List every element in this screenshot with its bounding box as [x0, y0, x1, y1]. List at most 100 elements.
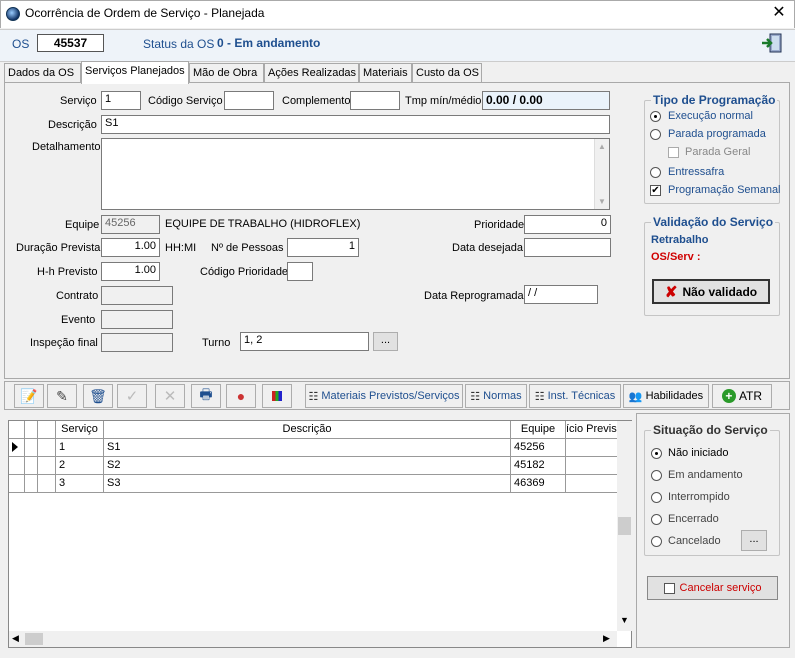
prioridade-field[interactable]: 0 [524, 215, 611, 234]
pessoas-label: Nº de Pessoas [211, 242, 284, 254]
normas-button[interactable]: ☷ Normas [465, 384, 527, 408]
data-reprog-label: Data Reprogramada [424, 290, 524, 302]
tab-acoes-realizadas[interactable]: Ações Realizadas [264, 63, 359, 83]
scroll-right-icon[interactable]: ▶ [603, 633, 610, 644]
grid-cell [9, 457, 25, 475]
os-number-field[interactable]: 45537 [37, 34, 104, 52]
grid-cell-servico: 1 [56, 439, 104, 457]
equipe-code-field[interactable]: 45256 [101, 215, 160, 234]
descricao-field[interactable]: S1 [101, 115, 610, 134]
data-desejada-field[interactable] [524, 238, 611, 257]
nao-validado-label: Não validado [682, 284, 758, 299]
situacao-title: Situação do Serviço [651, 423, 770, 437]
pessoas-field[interactable]: 1 [287, 238, 359, 257]
tab-mao-de-obra[interactable]: Mão de Obra [189, 63, 264, 83]
cancelado-lookup-button[interactable]: ... [741, 530, 767, 551]
grid-cell [38, 457, 56, 475]
hh-field[interactable]: 1.00 [101, 262, 160, 281]
cod-prioridade-field[interactable] [287, 262, 313, 281]
encerrado-radio[interactable] [651, 514, 662, 525]
detalhamento-label: Detalhamento [32, 141, 101, 153]
habilidades-button[interactable]: 👥 Habilidades [623, 384, 709, 408]
new-service-button[interactable]: 📝 [14, 384, 44, 408]
inst-tecnicas-button[interactable]: ☷ Inst. Técnicas [529, 384, 621, 408]
evento-field[interactable] [101, 310, 173, 329]
normas-label: Normas [483, 390, 522, 402]
grid-vscrollbar[interactable]: ▼ [617, 421, 632, 631]
grid-cell [38, 439, 56, 457]
print-button[interactable]: 🖶 [191, 384, 221, 408]
grid-hscrollbar[interactable]: ◀ ▶ [9, 631, 617, 647]
status-label: Status da OS [143, 37, 215, 51]
turno-field[interactable]: 1, 2 [240, 332, 369, 351]
parada-geral-checkbox[interactable] [668, 147, 679, 158]
close-button[interactable]: ✕ [768, 3, 790, 23]
interrompido-radio[interactable] [651, 492, 662, 503]
grid-cell-servico: 3 [56, 475, 104, 493]
cod-prioridade-label: Código Prioridade [200, 266, 289, 278]
x-icon: ✘ [664, 283, 678, 301]
cancelado-radio[interactable] [651, 536, 662, 547]
tree-icon: ☷ [470, 390, 481, 403]
grid-header-servico[interactable]: Serviço [56, 421, 104, 439]
duracao-field[interactable]: 1.00 [101, 238, 160, 257]
grid-header-equipe[interactable]: Equipe [511, 421, 566, 439]
services-grid[interactable]: Serviço Descrição Equipe ício Previs 1 S… [8, 420, 632, 648]
tipo-programacao-title: Tipo de Programação [651, 93, 778, 107]
os-label: OS [12, 37, 30, 51]
confirm-button[interactable]: ✓ [117, 384, 147, 408]
turno-lookup-button[interactable]: ... [373, 332, 398, 351]
atr-label: ATR [738, 389, 763, 403]
delete-button[interactable]: 🗑 [83, 384, 113, 408]
exec-normal-radio[interactable] [650, 111, 661, 122]
servico-field[interactable]: 1 [101, 91, 141, 110]
cancelar-servico-button[interactable]: Cancelar serviço [647, 576, 778, 600]
materiais-button[interactable]: ☷ Materiais Previstos/Serviços [305, 384, 463, 408]
grid-cell-descricao: S2 [104, 457, 511, 475]
tab-custo-os[interactable]: Custo da OS [412, 63, 482, 83]
people-button[interactable]: ● [226, 384, 256, 408]
tab-servicos-planejados[interactable]: Serviços Planejados [81, 61, 189, 84]
scroll-left-icon[interactable]: ◀ [12, 633, 19, 644]
nao-iniciado-radio[interactable] [651, 448, 662, 459]
tab-dados-os[interactable]: Dados da OS [4, 63, 81, 83]
em-andamento-radio[interactable] [651, 470, 662, 481]
grid-header-inicio[interactable]: ício Previs [566, 421, 618, 439]
detalhamento-textarea[interactable] [101, 138, 610, 210]
inspecao-field[interactable] [101, 333, 173, 352]
entressafra-radio[interactable] [650, 167, 661, 178]
grid-vscroll-thumb[interactable] [618, 517, 631, 535]
exit-icon[interactable] [760, 32, 784, 54]
cancelar-checkbox[interactable] [663, 582, 675, 594]
check-icon: ✓ [125, 388, 139, 405]
prog-semanal-checkbox[interactable]: ✔ [650, 185, 661, 196]
contrato-field[interactable] [101, 286, 173, 305]
printer-icon: 🖶 [199, 386, 213, 402]
grid-hscroll-thumb[interactable] [25, 633, 43, 645]
complemento-field[interactable] [350, 91, 400, 110]
nao-validado-button[interactable]: ✘ Não validado [652, 279, 770, 304]
atr-button[interactable]: + ATR [712, 384, 772, 408]
cancelado-label: Cancelado [668, 535, 721, 547]
data-reprog-field[interactable]: / / [524, 285, 598, 304]
grid-header-descricao[interactable]: Descrição [104, 421, 511, 439]
codigo-servico-field[interactable] [224, 91, 274, 110]
detalhamento-scrollbar[interactable]: ▲ ▼ [594, 139, 609, 209]
row-indicator-icon [9, 439, 25, 457]
edit-service-button[interactable]: ✎ [47, 384, 77, 408]
complemento-label: Complemento [282, 95, 351, 107]
grid-config-button[interactable] [262, 384, 292, 408]
retrabalho-label: Retrabalho [651, 234, 709, 246]
grid-cell [566, 457, 618, 475]
entressafra-label: Entressafra [668, 166, 725, 178]
equipe-label: Equipe [65, 219, 100, 231]
scroll-down-icon[interactable]: ▼ [617, 615, 632, 625]
tab-materiais[interactable]: Materiais [359, 63, 412, 83]
validacao-title: Validação do Serviço [651, 215, 776, 229]
tmp-label: Tmp mín/médio [405, 95, 482, 107]
servico-label: Serviço [60, 95, 97, 107]
parada-programada-radio[interactable] [650, 129, 661, 140]
app-icon [6, 7, 20, 21]
grid-cell [25, 457, 38, 475]
cancel-button[interactable]: ✕ [155, 384, 185, 408]
